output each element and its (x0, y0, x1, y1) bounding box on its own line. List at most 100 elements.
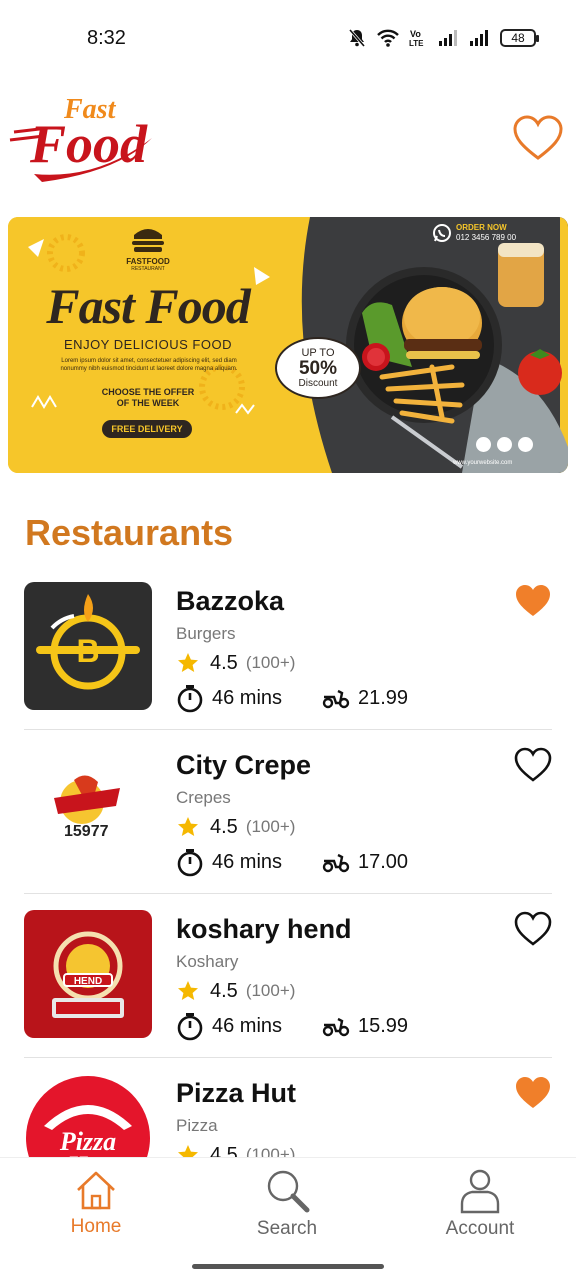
scooter-icon (322, 853, 350, 873)
signal-1-icon (439, 30, 457, 46)
delivery-time: 46 mins (212, 850, 283, 873)
whatsapp-icon (433, 224, 451, 242)
badge-line2: 50% (298, 358, 338, 379)
fast-food-logo: Fast Food (9, 94, 152, 182)
banner-website: www.yourwebsite.com (453, 460, 513, 466)
nav-search[interactable]: Search (227, 1168, 347, 1240)
nav-home[interactable]: Home (36, 1168, 156, 1238)
bazzoka-logo: B (24, 582, 152, 710)
restaurant-name: koshary hend (176, 914, 352, 944)
banner-title: Fast Food (46, 278, 251, 334)
restaurant-name: Pizza Hut (176, 1078, 297, 1108)
status-bar: 8:32 Vo LTE 48 (0, 0, 576, 78)
restaurant-logo: 15977 (24, 746, 152, 874)
stopwatch-icon (177, 849, 203, 877)
battery-indicator: 48 (500, 29, 539, 47)
koshary-hend-logo: HEND (24, 910, 152, 1038)
city-crepe-logo: 15977 (24, 746, 152, 874)
favorite-heart-icon[interactable] (514, 1074, 552, 1112)
favorite-heart-icon[interactable] (514, 582, 552, 620)
delivery-time-row: 46 mins (176, 682, 282, 714)
banner-offer: CHOOSE THE OFFER OF THE WEEK (101, 387, 195, 408)
app-screen: 8:32 Vo LTE 48 Fast Food FASTFOOD RESTAU… (0, 0, 576, 1280)
restaurant-card[interactable]: B Bazzoka Burgers 4.5 (100+) 46 mins 21.… (24, 582, 552, 746)
rating-value: 4.5 (210, 815, 238, 838)
favorite-heart-icon[interactable] (514, 910, 552, 948)
svg-text:HEND: HEND (74, 976, 102, 987)
row-divider (24, 1057, 552, 1058)
order-now-info: ORDER NOW 012 3456 789 00 (456, 223, 516, 243)
status-time: 8:32 (87, 27, 126, 49)
nav-search-label: Search (256, 1218, 318, 1239)
delivery-fee-row: 15.99 (322, 1010, 408, 1042)
delivery-fee: 15.99 (358, 1014, 409, 1037)
delivery-time-row: 46 mins (176, 1010, 282, 1042)
stopwatch-icon (177, 1013, 203, 1041)
favorite-heart-icon[interactable] (514, 746, 552, 784)
search-icon (267, 1170, 310, 1213)
delivery-time: 46 mins (212, 1014, 283, 1037)
discount-badge: UP TO 50% Discount (275, 337, 361, 399)
badge-line3: Discount (298, 378, 338, 389)
star-icon (178, 653, 198, 672)
nav-account[interactable]: Account (420, 1168, 540, 1240)
restaurant-category: Pizza (176, 1116, 218, 1135)
restaurant-category: Burgers (176, 624, 236, 643)
restaurant-logo: HEND (24, 910, 152, 1038)
restaurant-category: Koshary (176, 952, 239, 971)
bottom-navigation: Home Search Account (0, 1157, 576, 1280)
rating-row: 4.5 (100+) (176, 812, 295, 842)
social-icons (476, 437, 533, 452)
promo-banner[interactable]: FASTFOOD RESTAURANT Fast Food ENJOY DELI… (8, 217, 568, 473)
svg-text:B: B (76, 633, 99, 669)
status-icons: Vo LTE 48 (347, 26, 539, 50)
favorites-heart-icon[interactable] (512, 114, 564, 162)
star-icon (178, 817, 198, 836)
star-icon (178, 981, 198, 1000)
order-phone: 012 3456 789 00 (456, 233, 517, 242)
rating-row: 4.5 (100+) (176, 648, 295, 678)
svg-text:Food: Food (29, 114, 148, 174)
restaurant-logo: B (24, 582, 152, 710)
stopwatch-icon (177, 685, 203, 713)
rating-value: 4.5 (210, 979, 238, 1002)
signal-2-icon (470, 30, 488, 46)
review-count: (100+) (245, 981, 296, 1000)
restaurant-card[interactable]: 15977 City Crepe Crepes 4.5 (100+) 46 mi… (24, 746, 552, 910)
banner-subtitle: ENJOY DELICIOUS FOOD (64, 337, 232, 352)
instagram-icon (497, 437, 512, 452)
banner-brand: FASTFOOD (126, 257, 170, 266)
home-indicator[interactable] (192, 1264, 384, 1269)
banner-body-text: Lorem ipsum dolor sit amet, consectetuer… (60, 358, 238, 372)
delivery-time: 46 mins (212, 686, 283, 709)
home-icon (77, 1171, 115, 1210)
free-delivery-pill: FREE DELIVERY (102, 420, 192, 438)
account-icon (460, 1169, 500, 1214)
scooter-icon (322, 689, 350, 709)
facebook-icon (476, 437, 491, 452)
delivery-time-row: 46 mins (176, 846, 282, 878)
restaurant-name: Bazzoka (176, 586, 285, 616)
scooter-icon (322, 1017, 350, 1037)
review-count: (100+) (245, 817, 296, 836)
restaurants-section-title: Restaurants (25, 512, 234, 553)
delivery-fee: 21.99 (358, 686, 409, 709)
restaurant-card[interactable]: HEND koshary hend Koshary 4.5 (100+) 46 … (24, 910, 552, 1074)
nav-account-label: Account (445, 1218, 515, 1239)
volte-icon: VoLTE (409, 29, 424, 48)
restaurant-name: City Crepe (176, 750, 312, 780)
nav-home-label: Home (70, 1216, 122, 1237)
svg-text:Vo: Vo (410, 29, 421, 39)
row-divider (24, 729, 552, 730)
order-now-label: ORDER NOW (456, 223, 507, 232)
rating-value: 4.5 (210, 651, 238, 674)
review-count: (100+) (245, 653, 296, 672)
banner-brand-sub: RESTAURANT (131, 266, 165, 272)
delivery-fee-row: 21.99 (322, 682, 408, 714)
mute-bell-icon (348, 29, 366, 47)
restaurant-category: Crepes (176, 788, 231, 807)
delivery-fee-row: 17.00 (322, 846, 408, 878)
svg-text:15977: 15977 (64, 823, 109, 840)
twitter-icon (518, 437, 533, 452)
svg-text:LTE: LTE (409, 39, 424, 48)
